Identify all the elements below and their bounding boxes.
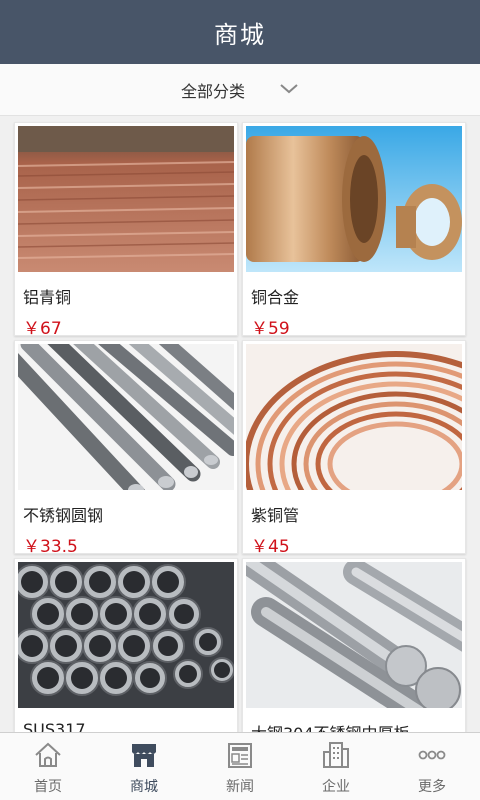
product-price: ￥59 <box>251 319 290 339</box>
bottom-tab-bar: 首页 商城 新闻 企业 更多 <box>0 732 480 800</box>
copper-plates-photo <box>18 126 234 272</box>
product-name: 铝青铜 <box>23 288 72 307</box>
tab-label: 商城 <box>130 779 158 795</box>
more-icon <box>418 750 446 760</box>
tab-more[interactable]: 更多 <box>384 733 480 800</box>
title-bar: 商城 <box>0 0 480 64</box>
product-card[interactable]: 紫铜管 ￥45 <box>242 340 466 557</box>
copper-tube-coil-photo <box>246 344 462 490</box>
product-name: 大钢304不锈钢中厚板 <box>251 720 462 732</box>
product-price: ￥45 <box>251 537 290 557</box>
building-icon <box>323 742 349 768</box>
steel-rods-photo <box>246 562 462 708</box>
product-name: SUS317 <box>23 720 86 732</box>
tab-company[interactable]: 企业 <box>288 733 384 800</box>
product-name: 不锈钢圆钢 <box>23 506 104 525</box>
product-card[interactable]: SUS317 <box>14 558 238 732</box>
product-card[interactable]: 铜合金 ￥59 <box>242 122 466 339</box>
product-name: 铜合金 <box>251 288 300 307</box>
product-card[interactable]: 大钢304不锈钢中厚板 <box>242 558 466 732</box>
product-price: ￥67 <box>23 319 62 339</box>
tab-store[interactable]: 商城 <box>96 733 192 800</box>
tab-label: 新闻 <box>226 779 254 795</box>
category-filter[interactable]: 全部分类 <box>0 64 480 116</box>
product-name: 紫铜管 <box>251 506 300 525</box>
tab-news[interactable]: 新闻 <box>192 733 288 800</box>
category-filter-label: 全部分类 <box>180 81 245 101</box>
tab-home[interactable]: 首页 <box>0 733 96 800</box>
copper-alloy-coil-photo <box>246 126 462 272</box>
tab-label: 首页 <box>34 779 62 795</box>
tab-label: 企业 <box>322 779 350 795</box>
product-grid: 铝青铜 ￥67 铜合金 ￥59 不锈钢圆钢 ￥33.5 紫铜管 ￥45 SUS3… <box>0 116 480 732</box>
store-icon <box>132 744 156 767</box>
stainless-round-bars-photo <box>18 344 234 490</box>
steel-pipes-photo <box>18 562 234 708</box>
tab-label: 更多 <box>418 779 446 795</box>
product-price: ￥33.5 <box>23 537 78 557</box>
home-icon <box>35 742 61 767</box>
news-icon <box>228 743 252 768</box>
product-card[interactable]: 铝青铜 ￥67 <box>14 122 238 339</box>
chevron-down-icon <box>280 83 298 93</box>
product-card[interactable]: 不锈钢圆钢 ￥33.5 <box>14 340 238 557</box>
page-title: 商城 <box>214 20 266 49</box>
